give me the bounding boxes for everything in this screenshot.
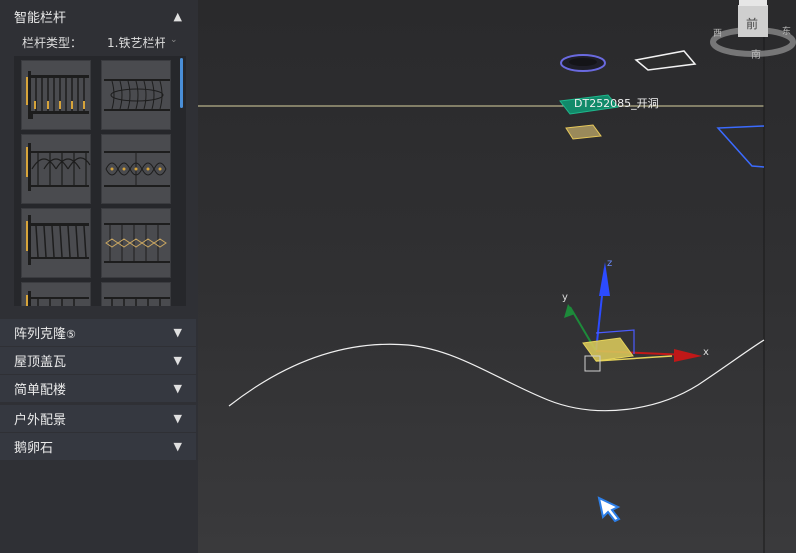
gizmo-x-label: x <box>703 347 709 358</box>
small-plate-object <box>565 124 602 140</box>
section-outdoor-scenery[interactable]: 户外配景 ▼ <box>0 405 196 432</box>
railing-type-label: 栏杆类型： <box>22 36 83 50</box>
railing-type-row: 栏杆类型： 1.铁艺栏杆 ⌄ <box>0 31 196 53</box>
railing-thumbnail[interactable] <box>101 134 171 204</box>
chevron-down-icon: ▼ <box>173 382 182 395</box>
section-header-railing[interactable]: 智能栏杆 ▲ <box>0 3 196 30</box>
section-title: 简单配楼 <box>14 383 67 398</box>
railing-thumbnail[interactable] <box>21 208 91 278</box>
railing-thumbnail[interactable] <box>21 282 91 306</box>
chevron-down-icon: ▼ <box>173 326 182 339</box>
railing-thumbnail[interactable] <box>21 134 91 204</box>
gallery-scrollbar[interactable] <box>180 58 183 108</box>
gizmo-z-label: z <box>607 258 613 269</box>
viewcube-east-label[interactable]: 东 <box>782 24 791 37</box>
railing-thumbnail[interactable] <box>101 208 171 278</box>
transform-gizmo <box>564 262 702 372</box>
tools-panel: 智能栏杆 ▲ 栏杆类型： 1.铁艺栏杆 ⌄ 阵列克隆⑤ ▼ 屋顶盖瓦 ▼ 简单配… <box>0 0 199 553</box>
section-roof-tiles[interactable]: 屋顶盖瓦 ▼ <box>0 347 196 374</box>
chevron-down-icon: ▼ <box>173 440 182 453</box>
blue-outline-object <box>716 125 765 168</box>
section-pebbles[interactable]: 鹅卵石 ▼ <box>0 433 196 460</box>
plate-object <box>634 50 697 71</box>
railing-thumbnail[interactable] <box>101 282 171 306</box>
railing-thumbnail[interactable] <box>21 60 91 130</box>
section-badge: ⑤ <box>66 328 76 341</box>
section-title: 阵列克隆 <box>14 327 67 342</box>
mouse-cursor <box>597 496 621 523</box>
chevron-down-icon: ▼ <box>173 354 182 367</box>
viewcube-front-label[interactable]: 前 <box>746 15 758 32</box>
viewcube-west-label[interactable]: 西 <box>713 26 722 39</box>
section-title: 智能栏杆 <box>14 11 67 26</box>
railing-gallery <box>14 56 186 306</box>
3d-viewport[interactable]: DT252085_开洞 y x z 西 前 南 东 <box>198 0 796 553</box>
object-label: DT252085_开洞 <box>574 97 659 110</box>
chevron-down-icon: ▼ <box>173 412 182 425</box>
section-title: 鹅卵石 <box>14 441 54 456</box>
railing-type-select[interactable]: 1.铁艺栏杆 <box>107 34 165 51</box>
chevron-down-icon[interactable]: ⌄ <box>170 35 178 45</box>
railing-thumbnail[interactable] <box>101 60 171 130</box>
spline-curve <box>228 339 765 412</box>
section-title: 户外配景 <box>14 413 67 428</box>
viewcube-south-label[interactable]: 南 <box>751 46 761 61</box>
section-array-clone[interactable]: 阵列克隆⑤ ▼ <box>0 319 196 346</box>
chevron-up-icon: ▲ <box>173 10 182 23</box>
section-title: 屋顶盖瓦 <box>14 355 67 370</box>
gizmo-y-label: y <box>562 292 568 303</box>
ring-object <box>560 54 606 72</box>
section-simple-building[interactable]: 简单配楼 ▼ <box>0 375 196 402</box>
